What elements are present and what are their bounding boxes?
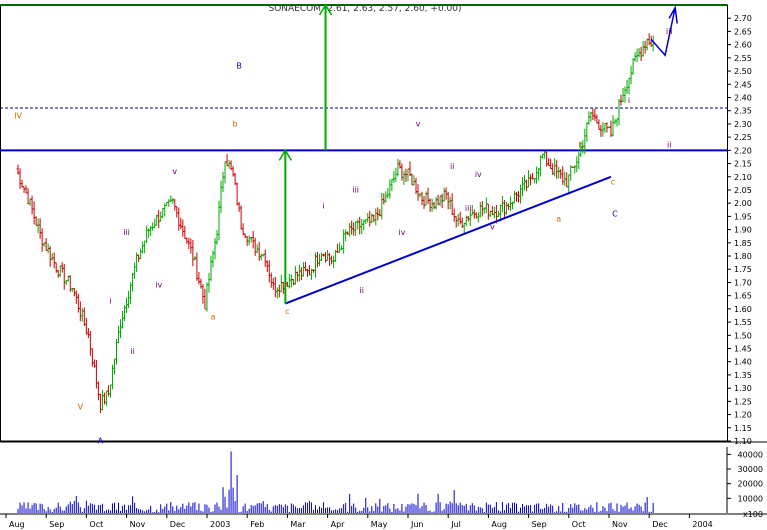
price-tick-label: 1.55 — [734, 318, 752, 327]
time-tick-label: Jun — [410, 520, 424, 529]
wave-label: b — [578, 141, 583, 150]
price-tick-label: 1.35 — [734, 371, 752, 380]
wave-label: i — [441, 196, 443, 205]
time-tick-label: Aug — [9, 520, 25, 529]
volume-tick-label: 30000 — [738, 465, 763, 474]
price-tick-label: 1.70 — [734, 278, 752, 287]
time-tick-label: Jul — [450, 520, 461, 529]
time-tick-label: Sep — [49, 520, 64, 529]
price-tick-label: 1.25 — [734, 397, 752, 406]
price-tick-label: 2.15 — [734, 160, 752, 169]
time-tick-label: Oct — [572, 520, 586, 529]
wave-label: C — [612, 209, 618, 218]
time-tick-label: Mar — [290, 520, 306, 529]
wave-label: iii — [123, 228, 130, 237]
wave-label: iii — [666, 27, 673, 36]
time-tick-label: Aug — [491, 520, 507, 529]
wave-label: a — [556, 215, 561, 224]
time-tick-label: 2003 — [210, 520, 230, 529]
price-tick-label: 2.55 — [734, 54, 752, 63]
wave-label: iii — [352, 186, 359, 195]
wave-label: iii — [465, 204, 472, 213]
volume-panel: 40000300002000010000x100 — [0, 447, 767, 519]
price-tick-label: 2.25 — [734, 133, 752, 142]
wave-label: ii — [130, 347, 134, 356]
wave-label: a — [211, 312, 216, 321]
price-tick-label: 1.90 — [734, 226, 752, 235]
wave-label: c — [285, 307, 289, 316]
wave-label: v — [416, 120, 421, 129]
price-tick-label: 1.15 — [734, 424, 752, 433]
wave-label: i — [322, 201, 324, 210]
wave-label: ii — [667, 141, 671, 150]
price-tick-label: 1.65 — [734, 292, 752, 301]
price-tick-label: 1.50 — [734, 331, 752, 340]
price-tick-label: 2.50 — [734, 67, 752, 76]
time-tick-label: Oct — [89, 520, 103, 529]
time-tick-label: 2004 — [692, 520, 712, 529]
wave-label: iv — [475, 170, 482, 179]
price-tick-label: 1.60 — [734, 305, 752, 314]
wave-label: v — [172, 167, 177, 176]
time-axis: Aug Sep Oct Nov Dec 2003 Feb Mar Apr May Jun Jul Aug… — [5, 514, 713, 529]
volume-tick-label: 20000 — [738, 480, 763, 489]
wave-label: ii — [359, 286, 363, 295]
price-tick-label: 2.35 — [734, 107, 752, 116]
annotations: IVVAiiiiiiivvabBciiiiiiivviiiiiiivvabcCi… — [14, 3, 678, 446]
horizontal-lines — [0, 4, 727, 152]
price-tick-label: 2.40 — [734, 93, 752, 102]
price-tick-label: 1.40 — [734, 358, 752, 367]
time-tick-label: Nov — [130, 520, 146, 529]
wave-label: v — [490, 223, 495, 232]
wave-label: ii — [450, 162, 454, 171]
volume-tick-label: 40000 — [738, 450, 763, 459]
price-tick-label: 2.45 — [734, 80, 752, 89]
price-tick-label: 2.65 — [734, 27, 752, 36]
price-tick-label: 2.30 — [734, 120, 752, 129]
price-tick-label: 1.75 — [734, 265, 752, 274]
price-tick-label: 1.80 — [734, 252, 752, 261]
price-axis: 2.70 2.65 2.60 2.55 2.50 2.45 2.40 2.35 2.30 2.25… — [727, 14, 752, 446]
time-tick-label: Nov — [612, 520, 628, 529]
price-tick-label: 1.45 — [734, 345, 752, 354]
wave-label: iv — [155, 281, 162, 290]
price-tick-label: 1.20 — [734, 411, 752, 420]
wave-label: B — [236, 61, 242, 70]
time-tick-label: Apr — [331, 520, 346, 529]
wave-label: IV — [14, 112, 22, 121]
wave-label: V — [78, 402, 84, 411]
price-tick-label: 2.10 — [734, 173, 752, 182]
price-tick-label: 2.05 — [734, 186, 752, 195]
volume-tick-label: 10000 — [738, 494, 763, 503]
price-tick-label: 2.20 — [734, 146, 752, 155]
wave-label: b — [233, 120, 238, 129]
price-tick-label: 2.60 — [734, 41, 752, 50]
wave-label: A — [98, 437, 104, 446]
wave-label: i — [628, 96, 630, 105]
wave-label: c — [611, 178, 615, 187]
price-tick-label: 1.95 — [734, 212, 752, 221]
price-tick-label: 2.00 — [734, 199, 752, 208]
wave-label: iv — [398, 228, 405, 237]
stock-chart: SONAECOM (2.61, 2.63, 2.57, 2.60, +0.00)… — [0, 3, 767, 529]
time-tick-label: Sep — [532, 520, 547, 529]
time-tick-label: Dec — [170, 520, 185, 529]
wave-label: i — [109, 297, 111, 306]
price-tick-label: 2.70 — [734, 14, 752, 23]
time-tick-label: May — [371, 520, 388, 529]
price-tick-label: 1.10 — [734, 437, 752, 446]
time-tick-label: Dec — [652, 520, 667, 529]
price-tick-label: 1.85 — [734, 239, 752, 248]
price-tick-label: 1.30 — [734, 384, 752, 393]
time-tick-label: Feb — [250, 520, 264, 529]
price-panel — [0, 4, 767, 443]
